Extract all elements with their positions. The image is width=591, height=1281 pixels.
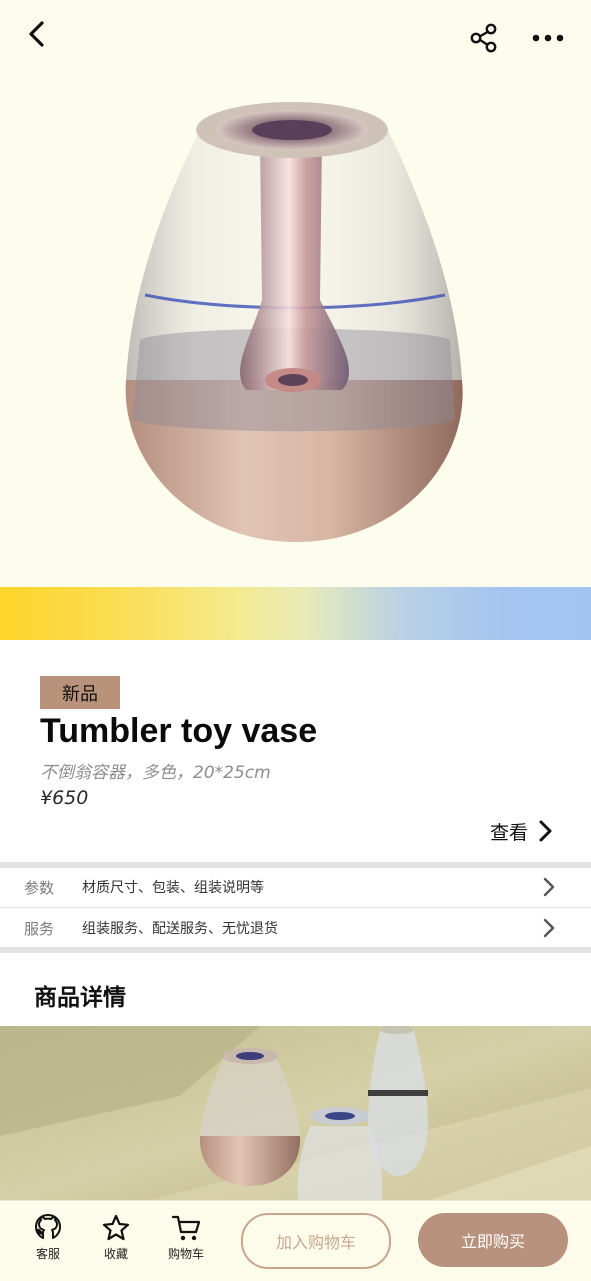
spec-value: 组装服务、配送服务、无忧退货 bbox=[82, 921, 278, 937]
github-octocat-icon bbox=[35, 1214, 61, 1239]
tool-label: 客服 bbox=[35, 1247, 60, 1261]
product-subtitle: 不倒翁容器，多色，20*25cm bbox=[40, 763, 271, 783]
cart-button[interactable]: 购物车 bbox=[161, 1213, 211, 1262]
product-price: ¥650 bbox=[40, 787, 89, 809]
spec-key: 服务 bbox=[24, 919, 55, 938]
view-label: 查看 bbox=[490, 821, 529, 844]
chevron-left-icon bbox=[29, 21, 44, 47]
product-title: Tumbler toy vase bbox=[40, 712, 318, 750]
top-bar bbox=[0, 0, 591, 76]
spec-row-service[interactable]: 服务 组装服务、配送服务、无忧退货 bbox=[0, 909, 591, 947]
chevron-right-icon bbox=[543, 877, 555, 897]
more-button[interactable] bbox=[526, 18, 570, 58]
share-button[interactable] bbox=[464, 18, 504, 58]
more-dots-icon bbox=[532, 34, 564, 42]
product-info: 新品 Tumbler toy vase 不倒翁容器，多色，20*25cm ¥65… bbox=[0, 640, 591, 862]
spec-row-params[interactable]: 参数 材质尺寸、包装、组装说明等 bbox=[0, 868, 591, 906]
detail-image bbox=[0, 1026, 591, 1200]
new-badge: 新品 bbox=[40, 676, 120, 709]
add-to-cart-button[interactable]: 加入购物车 bbox=[241, 1213, 391, 1269]
cart-icon bbox=[171, 1215, 201, 1241]
chevron-right-icon bbox=[543, 918, 555, 938]
color-gradient-banner bbox=[0, 587, 591, 640]
favorite-button[interactable]: 收藏 bbox=[91, 1213, 141, 1262]
spec-value: 材质尺寸、包装、组装说明等 bbox=[82, 880, 264, 896]
spec-key: 参数 bbox=[24, 878, 55, 897]
star-icon bbox=[102, 1214, 130, 1241]
product-hero bbox=[0, 0, 591, 587]
share-icon bbox=[470, 23, 497, 53]
tool-label: 购物车 bbox=[167, 1247, 204, 1261]
tool-label: 收藏 bbox=[103, 1247, 128, 1261]
back-button[interactable] bbox=[18, 16, 54, 52]
view-link[interactable]: 查看 bbox=[490, 816, 554, 846]
chevron-right-icon bbox=[539, 820, 552, 842]
buy-now-button[interactable]: 立即购买 bbox=[418, 1213, 568, 1267]
divider bbox=[0, 947, 591, 953]
details-heading: 商品详情 bbox=[34, 985, 126, 1011]
product-image bbox=[125, 102, 463, 542]
customer-service-button[interactable]: 客服 bbox=[23, 1213, 73, 1262]
bottom-action-bar: 客服 收藏 购物车 加入购物车 立即购买 bbox=[0, 1200, 591, 1281]
divider bbox=[0, 907, 591, 908]
